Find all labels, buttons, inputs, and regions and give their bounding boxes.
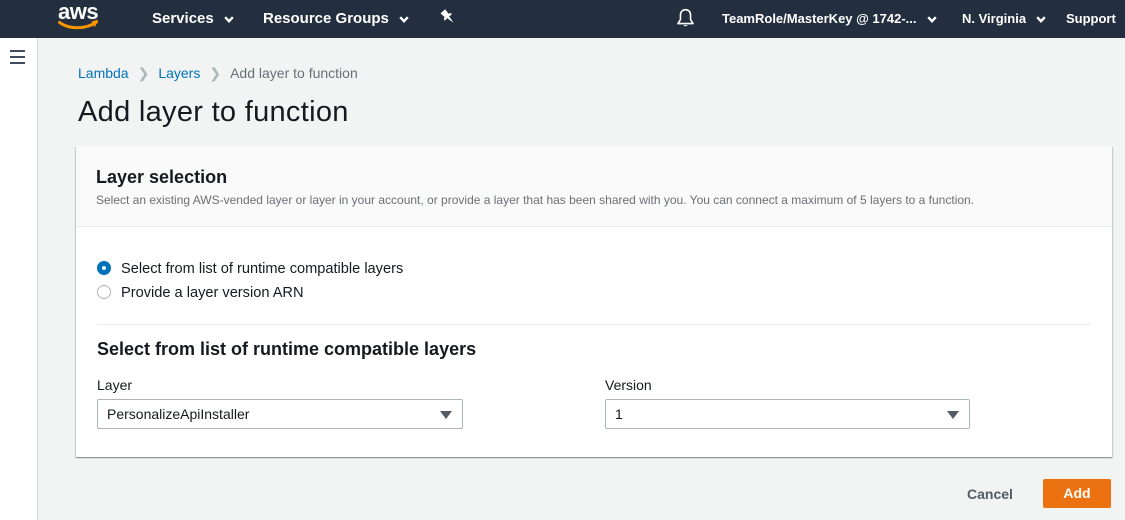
svg-text:aws: aws	[58, 2, 98, 24]
